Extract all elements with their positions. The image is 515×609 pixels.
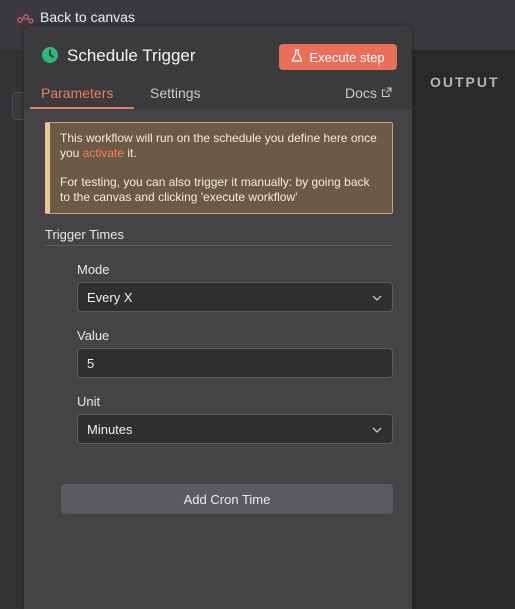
external-link-icon xyxy=(381,85,392,101)
node-title[interactable]: Schedule Trigger xyxy=(67,46,196,66)
mode-select[interactable]: Every X xyxy=(77,282,393,312)
add-cron-time-button[interactable]: Add Cron Time xyxy=(61,484,393,514)
docs-label: Docs xyxy=(345,85,377,101)
chevron-down-icon xyxy=(371,424,383,436)
flask-icon xyxy=(291,49,303,65)
activate-link[interactable]: activate xyxy=(83,146,124,160)
output-panel-title: OUTPUT xyxy=(430,74,500,90)
execute-step-button[interactable]: Execute step xyxy=(279,44,397,70)
mode-label: Mode xyxy=(77,262,110,277)
node-details-panel: Schedule Trigger Execute step Parameters… xyxy=(24,26,412,609)
canvas-left-strip xyxy=(0,50,26,609)
clock-icon xyxy=(41,46,59,64)
active-tab-indicator xyxy=(30,107,134,109)
notice-text-end: it. xyxy=(124,146,137,160)
back-to-canvas-label: Back to canvas xyxy=(40,9,135,25)
trigger-times-title: Trigger Times xyxy=(45,227,124,242)
node-tabs: Parameters Settings Docs xyxy=(24,82,412,110)
notice-line-1: This workflow will run on the schedule y… xyxy=(60,131,382,161)
value-value: 5 xyxy=(87,355,95,371)
output-panel xyxy=(412,50,515,609)
unit-select[interactable]: Minutes xyxy=(77,414,393,444)
tab-parameters[interactable]: Parameters xyxy=(41,85,113,101)
tab-docs[interactable]: Docs xyxy=(345,85,392,101)
add-cron-time-label: Add Cron Time xyxy=(183,491,271,507)
execute-step-label: Execute step xyxy=(309,49,385,65)
section-divider xyxy=(45,245,393,246)
back-to-canvas-link[interactable]: Back to canvas xyxy=(16,6,135,28)
value-input[interactable]: 5 xyxy=(77,348,393,378)
node-header: Schedule Trigger Execute step Parameters… xyxy=(24,26,412,110)
tab-settings[interactable]: Settings xyxy=(150,85,201,101)
value-label: Value xyxy=(77,328,110,343)
n8n-logo-icon xyxy=(16,8,34,26)
unit-value: Minutes xyxy=(87,421,133,437)
mode-value: Every X xyxy=(87,289,133,305)
chevron-down-icon xyxy=(371,292,383,304)
unit-label: Unit xyxy=(77,394,101,409)
notice-line-2: For testing, you can also trigger it man… xyxy=(60,175,370,204)
schedule-notice: This workflow will run on the schedule y… xyxy=(45,122,393,214)
